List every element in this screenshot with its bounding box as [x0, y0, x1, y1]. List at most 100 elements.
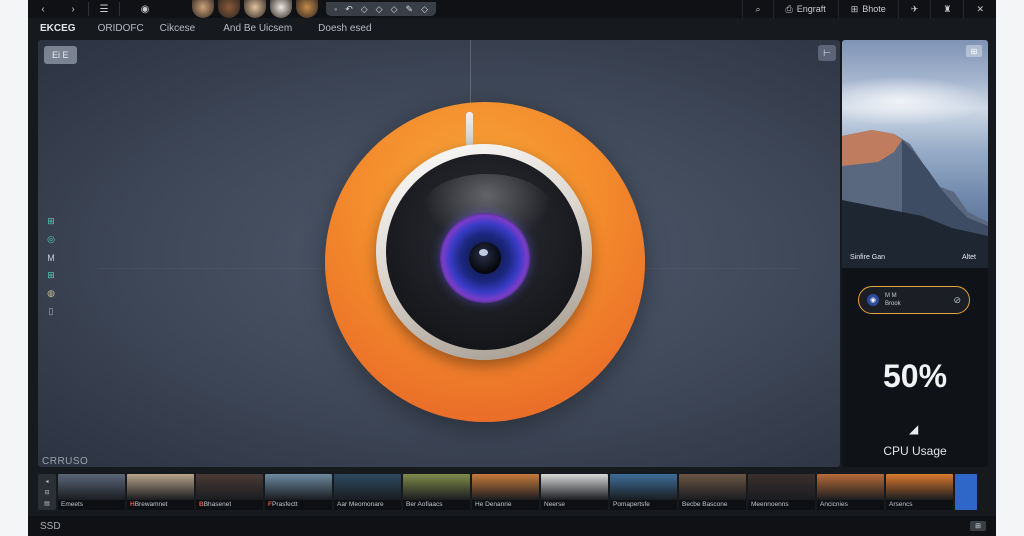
- forward-icon: ›: [71, 3, 75, 15]
- frame-thumbnail: [265, 474, 332, 500]
- filmstrip-frame[interactable]: Pomapertsfe: [610, 474, 677, 510]
- menu-item[interactable]: ORIDOFC: [98, 23, 144, 34]
- avatar[interactable]: [218, 0, 240, 18]
- lens-reflection: [479, 249, 488, 256]
- engraft-button[interactable]: ⎙ Engraft: [772, 0, 838, 18]
- arrow-icon: ◢: [909, 422, 919, 436]
- pen-icon[interactable]: ✎: [406, 4, 414, 15]
- close-button[interactable]: ✕: [963, 0, 996, 18]
- menu-bar: EKCEG ORIDOFC Cikcese And Be Uicsem Does…: [28, 18, 996, 38]
- frame-thumbnail: [196, 474, 263, 500]
- status-button[interactable]: ⊞: [970, 521, 986, 531]
- filmstrip-frame[interactable]: BBhasenet: [196, 474, 263, 510]
- frame-label: Arsencs: [886, 500, 953, 510]
- grid-icon: ⊞: [975, 523, 981, 530]
- grid-icon[interactable]: ⊞: [46, 270, 56, 281]
- search-icon: ⌕: [755, 3, 761, 14]
- left-toolbar: ⊞ ◎ M ⊞ ◍ ▯: [46, 216, 56, 317]
- filmstrip-frame[interactable]: Arsencs: [886, 474, 953, 510]
- mail-icon[interactable]: M: [46, 252, 56, 263]
- device-pill[interactable]: ◉ M M Brook ⊘: [858, 286, 970, 314]
- frame-label-text: Brewamnet: [134, 501, 168, 508]
- menu-item[interactable]: And Be Uicsem: [223, 23, 292, 34]
- filmstrip-frame[interactable]: FPrasfectt: [265, 474, 332, 510]
- frame-thumbnail: [817, 474, 884, 500]
- bhote-button[interactable]: ⊞ Bhote: [837, 0, 898, 18]
- filmstrip-frame[interactable]: Meennoenns: [748, 474, 815, 510]
- target-icon[interactable]: ◎: [46, 234, 56, 245]
- frame-thumbnail: [748, 474, 815, 500]
- expand-button[interactable]: ⊞: [966, 45, 982, 57]
- globe-icon[interactable]: ◍: [46, 288, 56, 299]
- frame-label-text: Prasfectt: [271, 501, 298, 508]
- menu-button[interactable]: ☰: [89, 0, 119, 18]
- forward-button[interactable]: ›: [58, 0, 88, 18]
- filmstrip-controls: ◂ ⊟ ▤: [38, 474, 56, 510]
- undo-icon[interactable]: ↶: [345, 4, 353, 15]
- layers-icon[interactable]: ⊞: [46, 216, 56, 227]
- frame-thumbnail: [541, 474, 608, 500]
- menu-item[interactable]: Cikcese: [160, 23, 196, 34]
- view-chip[interactable]: Ei E: [44, 46, 77, 64]
- frame-label-text: Meennoenns: [751, 501, 789, 508]
- shape-icon[interactable]: ◇: [421, 4, 428, 15]
- frame-label: Aar Meomonare: [334, 500, 401, 510]
- frame-label: He Denanrie: [472, 500, 539, 510]
- profile-icon: ♜: [943, 3, 952, 14]
- collapse-icon: ⊢: [823, 47, 831, 58]
- frame-label-text: Ber Aofiaacs: [406, 501, 443, 508]
- frame-thumbnail: [334, 474, 401, 500]
- frame-thumbnail: [955, 474, 977, 510]
- list-icon[interactable]: ▤: [44, 500, 50, 507]
- device-icon: ◉: [867, 294, 879, 306]
- prev-icon[interactable]: ◂: [45, 478, 48, 485]
- frame-label: HBrewamnet: [127, 500, 194, 510]
- collaborator-avatars: [192, 0, 318, 18]
- phone-icon[interactable]: ▯: [46, 306, 56, 317]
- print-icon: ⎙: [785, 3, 793, 14]
- collapse-icon[interactable]: ⊟: [44, 489, 49, 496]
- shape-icon[interactable]: ◇: [376, 4, 383, 15]
- frame-label: Ancicnies: [817, 500, 884, 510]
- frame-label-text: Neerse: [544, 501, 565, 508]
- selected-frame[interactable]: [955, 474, 977, 510]
- drawing-tools: ◦ ↶ ◇ ◇ ◇ ✎ ◇: [326, 2, 436, 16]
- filmstrip-frame[interactable]: Ber Aofiaacs: [403, 474, 470, 510]
- avatar[interactable]: [270, 0, 292, 18]
- share-button[interactable]: ✈: [897, 0, 931, 18]
- preview-canvas[interactable]: Ei E ⊢ ⊞ ◎ M ⊞ ◍ ▯ CRRUSO: [38, 40, 840, 467]
- photo-tag: Altet: [961, 254, 976, 261]
- device-line2: Brook: [885, 301, 901, 307]
- frame-label: Emeets: [58, 500, 125, 510]
- menu-item[interactable]: Doesh esed: [318, 23, 371, 34]
- shape-icon[interactable]: ◇: [361, 4, 368, 15]
- avatar[interactable]: [192, 0, 214, 18]
- filmstrip-frame[interactable]: He Denanrie: [472, 474, 539, 510]
- filmstrip-frame[interactable]: Ancicnies: [817, 474, 884, 510]
- avatar[interactable]: [244, 0, 266, 18]
- app-window: ‹ › ☰ ◉ ◦ ↶ ◇ ◇ ◇ ✎ ◇ ⌕ ⎙ Engraft ⊞ Bhote …: [28, 0, 996, 536]
- search-button[interactable]: ⌕: [742, 0, 772, 18]
- record-button[interactable]: ◉: [120, 0, 170, 18]
- back-button[interactable]: ‹: [28, 0, 58, 18]
- device-toggle-icon[interactable]: ⊘: [953, 295, 961, 306]
- filmstrip-frame[interactable]: Emeets: [58, 474, 125, 510]
- filmstrip-frame[interactable]: Neerse: [541, 474, 608, 510]
- profile-button[interactable]: ♜: [930, 0, 963, 18]
- avatar[interactable]: [296, 0, 318, 18]
- filmstrip-frames: Emeets HBrewamnet BBhasenet FPrasfectt Aar M…: [58, 474, 953, 514]
- menu-item[interactable]: EKCEG: [40, 23, 76, 34]
- filmstrip: ◂ ⊟ ▤ Emeets HBrewamnet BBhasenet FPrasfect…: [38, 474, 988, 514]
- frame-label: Meennoenns: [748, 500, 815, 510]
- photo-preview[interactable]: ⊞ Sinfire Gan Altet: [842, 40, 988, 268]
- filmstrip-frame[interactable]: HBrewamnet: [127, 474, 194, 510]
- tool-dot-icon[interactable]: ◦: [334, 4, 337, 14]
- right-panel: ⊞ Sinfire Gan Altet ◉ M M Brook ⊘ 50% ◢ …: [842, 40, 988, 467]
- chip-label: Ei E: [52, 50, 69, 60]
- shape-icon[interactable]: ◇: [391, 4, 398, 15]
- status-bar: SSD ⊞: [28, 516, 996, 536]
- frame-label: Ber Aofiaacs: [403, 500, 470, 510]
- filmstrip-frame[interactable]: Becbe Bascone: [679, 474, 746, 510]
- filmstrip-frame[interactable]: Aar Meomonare: [334, 474, 401, 510]
- collapse-button[interactable]: ⊢: [818, 45, 836, 61]
